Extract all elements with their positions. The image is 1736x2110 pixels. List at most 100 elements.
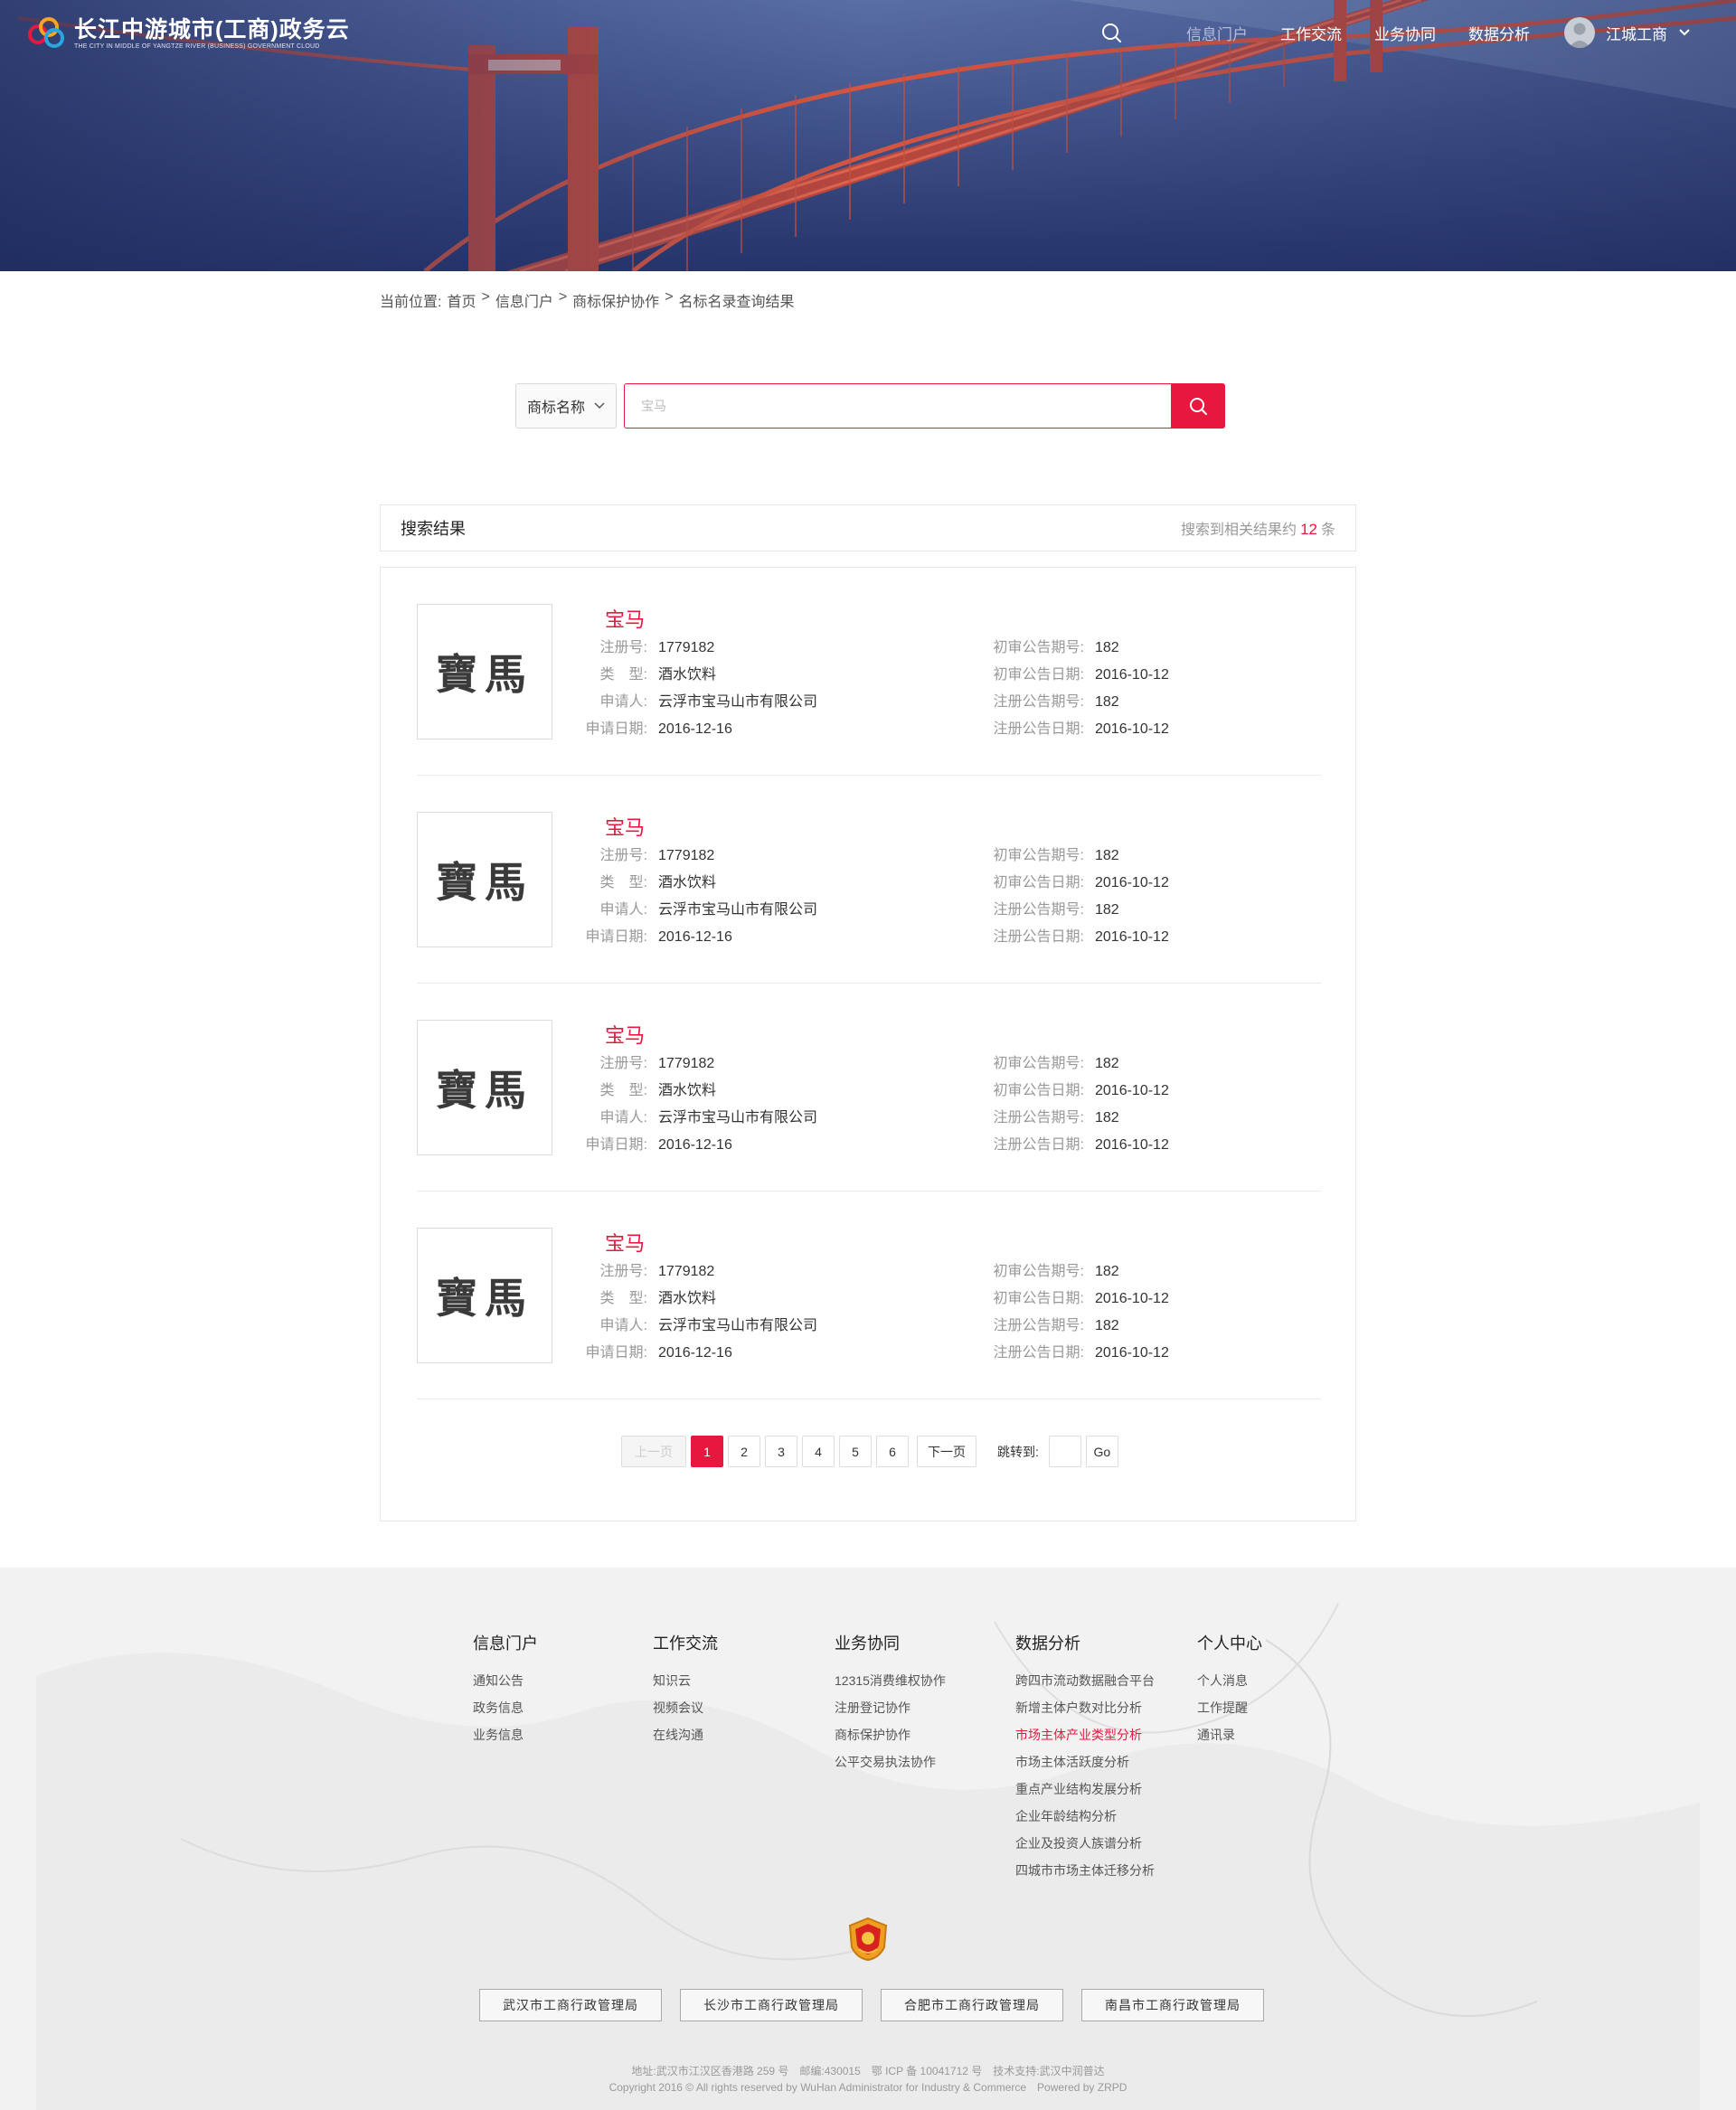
result-item[interactable]: 寶馬 宝马 注册号: 1779182 类 型: 酒水饮料 申请人: 云浮市宝马山市有限… [417, 1192, 1321, 1399]
search-type-select[interactable]: 商标名称 [515, 383, 617, 429]
footer-link[interactable]: 市场主体活跃度分析 [1015, 1748, 1155, 1776]
type-value: 酒水饮料 [658, 1083, 717, 1098]
page-button-6[interactable]: 6 [876, 1436, 909, 1467]
first-issue-label: 初审公告期号: [993, 1056, 1084, 1071]
trademark-image[interactable]: 寶馬 [417, 1228, 552, 1363]
trademark-name[interactable]: 宝马 [605, 812, 645, 841]
footer-link[interactable]: 个人消息 [1197, 1667, 1262, 1694]
reg-date-label: 注册公告日期: [993, 721, 1084, 737]
applicant-value: 云浮市宝马山市有限公司 [658, 1110, 818, 1126]
footer-link[interactable]: 视频会议 [653, 1694, 718, 1721]
footer-link[interactable]: 工作提醒 [1197, 1694, 1262, 1721]
reg-date-label: 注册公告日期: [993, 1137, 1084, 1153]
first-date-value: 2016-10-12 [1095, 1291, 1169, 1306]
user-avatar-icon [1569, 23, 1590, 48]
trademark-image[interactable]: 寶馬 [417, 812, 552, 947]
footer-col-title: 业务协同 [835, 1634, 900, 1653]
page-button-4[interactable]: 4 [802, 1436, 835, 1467]
trademark-name[interactable]: 宝马 [605, 604, 645, 633]
breadcrumb-home[interactable]: 首页 [447, 289, 476, 311]
national-emblem-icon [848, 1917, 888, 1962]
trademark-name[interactable]: 宝马 [605, 1228, 645, 1257]
first-date-label: 初审公告日期: [993, 1291, 1084, 1306]
footer-link[interactable]: 注册登记协作 [835, 1694, 946, 1721]
footer-address: 地址:武汉市江汉区香港路 259 号 邮编:430015 鄂 ICP 备 100… [631, 2065, 1105, 2077]
reg-no-value: 1779182 [658, 640, 715, 655]
footer-link[interactable]: 通知公告 [473, 1667, 538, 1694]
footer-link[interactable]: 通讯录 [1197, 1721, 1262, 1748]
search-button[interactable] [1171, 383, 1225, 429]
footer-link[interactable]: 企业及投资人族谱分析 [1015, 1830, 1155, 1857]
partner-link-nanchang[interactable]: 南昌市工商行政管理局 [1081, 1989, 1264, 2021]
footer-link[interactable]: 企业年龄结构分析 [1015, 1803, 1155, 1830]
result-item[interactable]: 寶馬 宝马 注册号: 1779182 类 型: 酒水饮料 申请人: 云浮市宝马山市有限… [417, 776, 1321, 984]
trademark-name[interactable]: 宝马 [605, 1020, 645, 1049]
footer-link[interactable]: 知识云 [653, 1667, 718, 1694]
footer-link[interactable]: 公平交易执法协作 [835, 1748, 946, 1776]
search-icon[interactable] [1099, 21, 1123, 44]
footer-link-highlighted[interactable]: 市场主体产业类型分析 [1015, 1721, 1155, 1748]
reg-no-label: 注册号: [599, 848, 647, 863]
first-date-value: 2016-10-12 [1095, 667, 1169, 683]
apply-date-label: 申请日期: [585, 929, 647, 945]
result-fields-right: 初审公告期号: 182 初审公告日期: 2016-10-12 注册公告期号: 182 … [986, 1258, 1169, 1367]
footer-link[interactable]: 新增主体户数对比分析 [1015, 1694, 1155, 1721]
footer-link[interactable]: 在线沟通 [653, 1721, 718, 1748]
nav-item-business-collab[interactable]: 业务协同 [1374, 22, 1436, 44]
applicant-label: 申请人: [599, 694, 647, 710]
footer-link[interactable]: 12315消费维权协作 [835, 1667, 946, 1694]
result-fields-right: 初审公告期号: 182 初审公告日期: 2016-10-12 注册公告期号: 182 … [986, 635, 1169, 743]
page-button-1[interactable]: 1 [691, 1436, 723, 1467]
reg-no-label: 注册号: [599, 1056, 647, 1071]
partner-link-wuhan[interactable]: 武汉市工商行政管理局 [479, 1989, 662, 2021]
reg-date-label: 注册公告日期: [993, 929, 1084, 945]
footer-col-data-analysis: 数据分析 跨四市流动数据融合平台 新增主体户数对比分析 市场主体产业类型分析 市… [1015, 1631, 1155, 1884]
breadcrumb-current: 名标名录查询结果 [678, 295, 795, 310]
page-button-2[interactable]: 2 [728, 1436, 760, 1467]
result-fields-left: 注册号: 1779182 类 型: 酒水饮料 申请人: 云浮市宝马山市有限公司 申请日… [580, 1258, 817, 1367]
footer-link[interactable]: 商标保护协作 [835, 1721, 946, 1748]
page-button-5[interactable]: 5 [839, 1436, 872, 1467]
breadcrumb-info-portal[interactable]: 信息门户 [495, 289, 553, 311]
nav-item-info-portal[interactable]: 信息门户 [1186, 22, 1248, 44]
go-button[interactable]: Go [1085, 1436, 1118, 1467]
reg-date-label: 注册公告日期: [993, 1345, 1084, 1361]
reg-date-value: 2016-10-12 [1095, 1137, 1169, 1153]
page-button-3[interactable]: 3 [765, 1436, 797, 1467]
reg-no-label: 注册号: [599, 1264, 647, 1279]
footer-link[interactable]: 重点产业结构发展分析 [1015, 1776, 1155, 1803]
user-menu[interactable]: 江城工商 [1564, 17, 1691, 48]
result-item[interactable]: 寶馬 宝马 注册号: 1779182 类 型: 酒水饮料 申请人: 云浮市宝马山市有限… [417, 984, 1321, 1192]
trademark-logo-text: 寶馬 [436, 1274, 533, 1323]
jump-page-input[interactable] [1048, 1436, 1081, 1467]
trademark-image[interactable]: 寶馬 [417, 604, 552, 739]
partner-link-changsha[interactable]: 长沙市工商行政管理局 [680, 1989, 863, 2021]
first-issue-label: 初审公告期号: [993, 640, 1084, 655]
next-page-button[interactable]: 下一页 [917, 1436, 976, 1467]
reg-no-value: 1779182 [658, 848, 715, 863]
prev-page-button[interactable]: 上一页 [621, 1436, 686, 1467]
logo-icon [28, 17, 64, 48]
footer-link[interactable]: 跨四市流动数据融合平台 [1015, 1667, 1155, 1694]
chevron-down-icon[interactable] [1678, 28, 1691, 37]
result-item[interactable]: 寶馬 宝马 注册号: 1779182 类 型: 酒水饮料 申请人: 云浮市宝马山市有限… [417, 568, 1321, 776]
trademark-image[interactable]: 寶馬 [417, 1020, 552, 1155]
site-logo[interactable]: 长江中游城市(工商)政务云 THE CITY IN MIDDLE OF YANG… [27, 16, 350, 51]
search-input[interactable] [624, 383, 1171, 429]
results-count-number: 12 [1300, 521, 1317, 538]
reg-date-value: 2016-10-12 [1095, 929, 1169, 945]
footer-link[interactable]: 业务信息 [473, 1721, 538, 1748]
nav-item-work-exchange[interactable]: 工作交流 [1280, 22, 1342, 44]
nav-item-data-analysis[interactable]: 数据分析 [1468, 22, 1530, 44]
footer-col-title: 信息门户 [473, 1634, 538, 1653]
applicant-value: 云浮市宝马山市有限公司 [658, 694, 818, 710]
breadcrumb-trademark[interactable]: 商标保护协作 [572, 289, 659, 311]
apply-date-value: 2016-12-16 [658, 721, 732, 737]
footer-link[interactable]: 四城市市场主体迁移分析 [1015, 1857, 1155, 1884]
search-bar: 商标名称 [515, 383, 1225, 429]
partner-link-hefei[interactable]: 合肥市工商行政管理局 [881, 1989, 1063, 2021]
footer-link[interactable]: 政务信息 [473, 1694, 538, 1721]
avatar[interactable] [1564, 17, 1595, 48]
breadcrumb-separator: > [665, 289, 674, 305]
type-value: 酒水饮料 [658, 667, 717, 683]
